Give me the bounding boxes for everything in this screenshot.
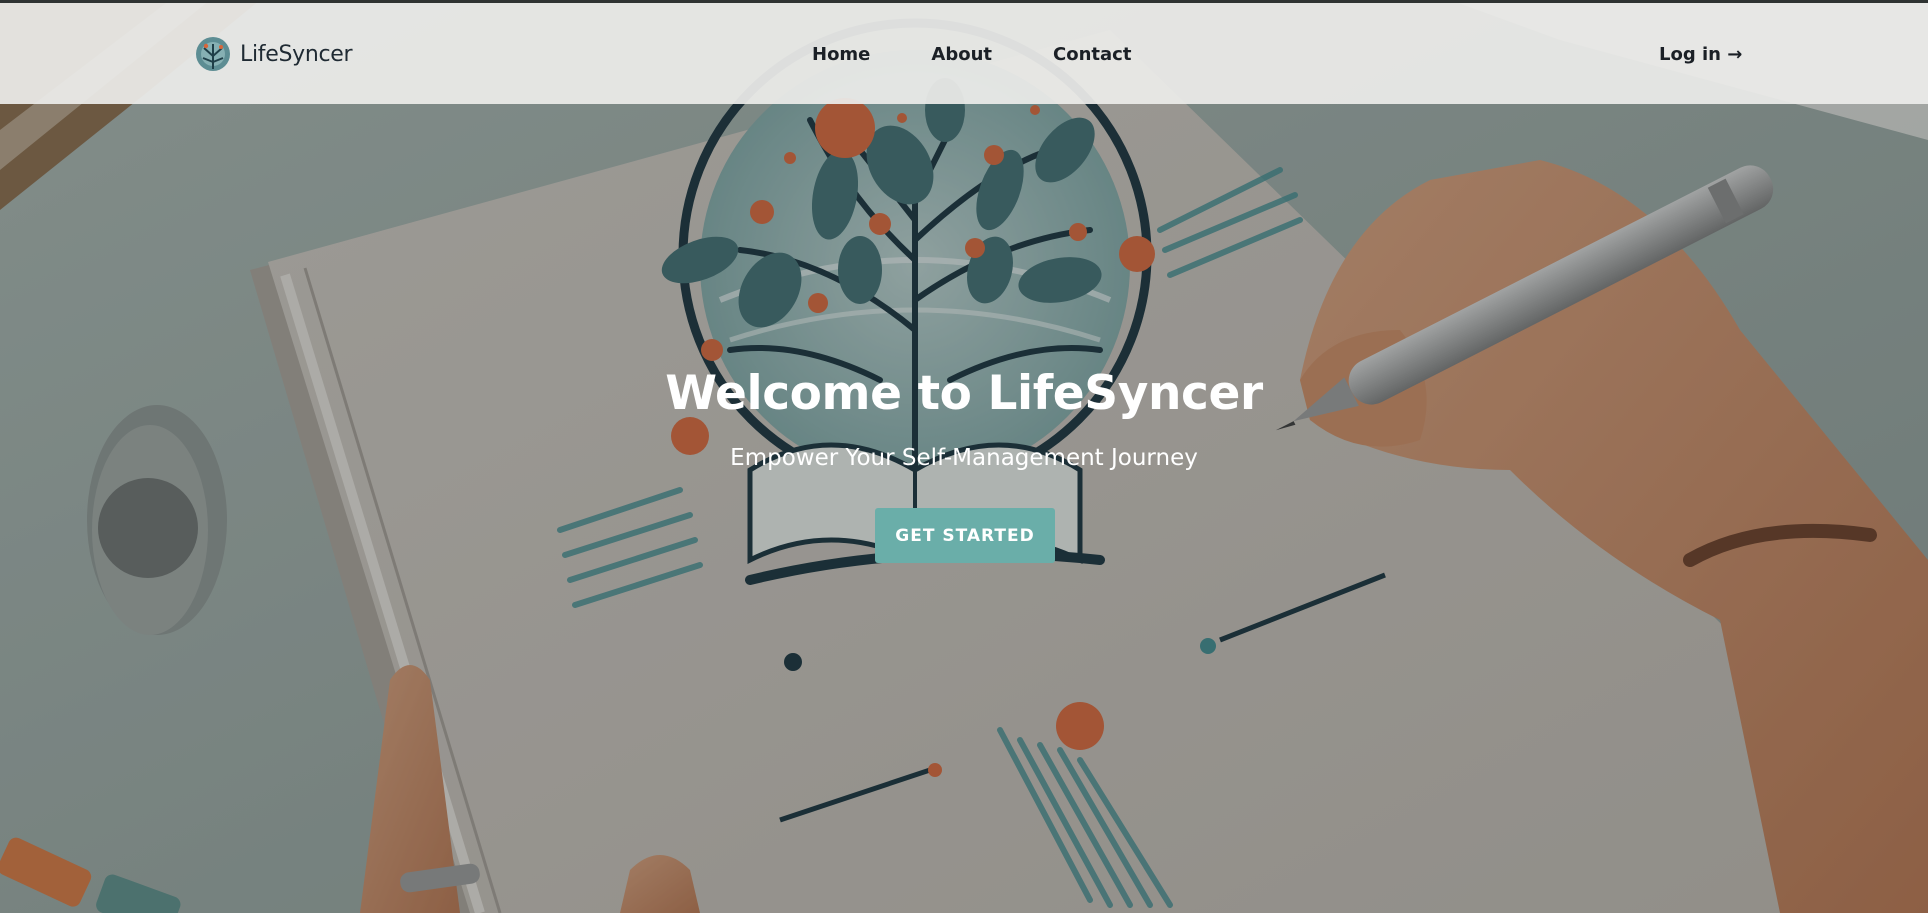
nav-home-link[interactable]: Home xyxy=(812,44,870,65)
login-link[interactable]: Log in → xyxy=(1659,44,1742,65)
nav-contact-link[interactable]: Contact xyxy=(1053,44,1131,65)
brand-logo-link[interactable]: LifeSyncer xyxy=(195,36,353,72)
get-started-button[interactable]: GET STARTED xyxy=(875,508,1055,563)
main-nav: Home About Contact xyxy=(812,44,1131,65)
page: LifeSyncer Home About Contact Log in → W… xyxy=(0,0,1928,913)
nav-about-link[interactable]: About xyxy=(931,44,992,65)
hero-subtitle: Empower Your Self-Management Journey xyxy=(730,445,1198,471)
lifesyncer-logo-icon xyxy=(196,37,230,71)
hero-title: Welcome to LifeSyncer xyxy=(665,366,1263,421)
brand-name: LifeSyncer xyxy=(240,41,353,67)
site-header: LifeSyncer Home About Contact Log in → xyxy=(0,3,1928,104)
